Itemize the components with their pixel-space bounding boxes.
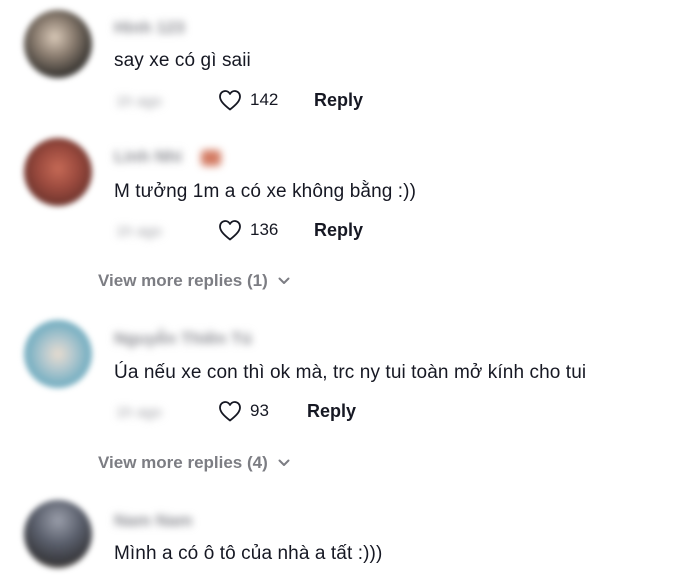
view-more-label: View more replies (1)	[98, 271, 268, 290]
comment-meta: 1h ago 142 Reply	[114, 89, 674, 113]
like-count: 93	[250, 401, 269, 420]
heart-icon	[219, 90, 241, 111]
comment-date: 1h ago	[116, 404, 162, 421]
comment-text: M tưởng 1m a có xe không bằng :))	[114, 181, 417, 202]
comment-date: 1h ago	[116, 93, 162, 110]
view-more-replies-button[interactable]: View more replies (1)	[98, 271, 290, 291]
comment-meta: 1h ago 93 Reply	[114, 400, 674, 424]
comment-text: Úa nếu xe con thì ok mà, trc ny tui toàn…	[114, 362, 587, 383]
reply-button[interactable]: Reply	[314, 90, 363, 111]
comment-text: say xe có gì saii	[114, 50, 251, 71]
view-more-label: View more replies (4)	[98, 453, 268, 472]
reply-button[interactable]: Reply	[307, 401, 356, 422]
comment-username[interactable]: Linh Nhi	[114, 147, 221, 166]
avatar[interactable]	[24, 320, 92, 388]
avatar[interactable]	[24, 500, 92, 568]
like-button[interactable]: 136	[218, 219, 278, 241]
comment-date: 1h ago	[116, 223, 162, 240]
comment-username[interactable]: Nam Nam	[114, 511, 192, 530]
like-button[interactable]: 93	[218, 400, 269, 422]
like-button[interactable]: 142	[218, 89, 278, 111]
view-more-replies-button[interactable]: View more replies (4)	[98, 453, 290, 473]
like-count: 142	[250, 90, 279, 109]
emoji-icon	[200, 149, 221, 166]
comment-meta: 1h ago 136 Reply	[114, 219, 674, 243]
heart-icon	[219, 401, 241, 422]
reply-button[interactable]: Reply	[314, 220, 363, 241]
comment-username[interactable]: Nguyễn Thiên Tú	[114, 329, 252, 348]
chevron-down-icon	[278, 277, 290, 284]
heart-icon	[219, 220, 241, 241]
avatar[interactable]	[24, 138, 92, 206]
avatar[interactable]	[24, 10, 92, 78]
chevron-down-icon	[278, 459, 290, 466]
like-count: 136	[250, 220, 279, 239]
comment-text: Mình a có ô tô của nhà a tất :)))	[114, 543, 383, 564]
username-text: Linh Nhi	[114, 147, 182, 166]
comment-username[interactable]: Hình 123	[114, 18, 185, 37]
